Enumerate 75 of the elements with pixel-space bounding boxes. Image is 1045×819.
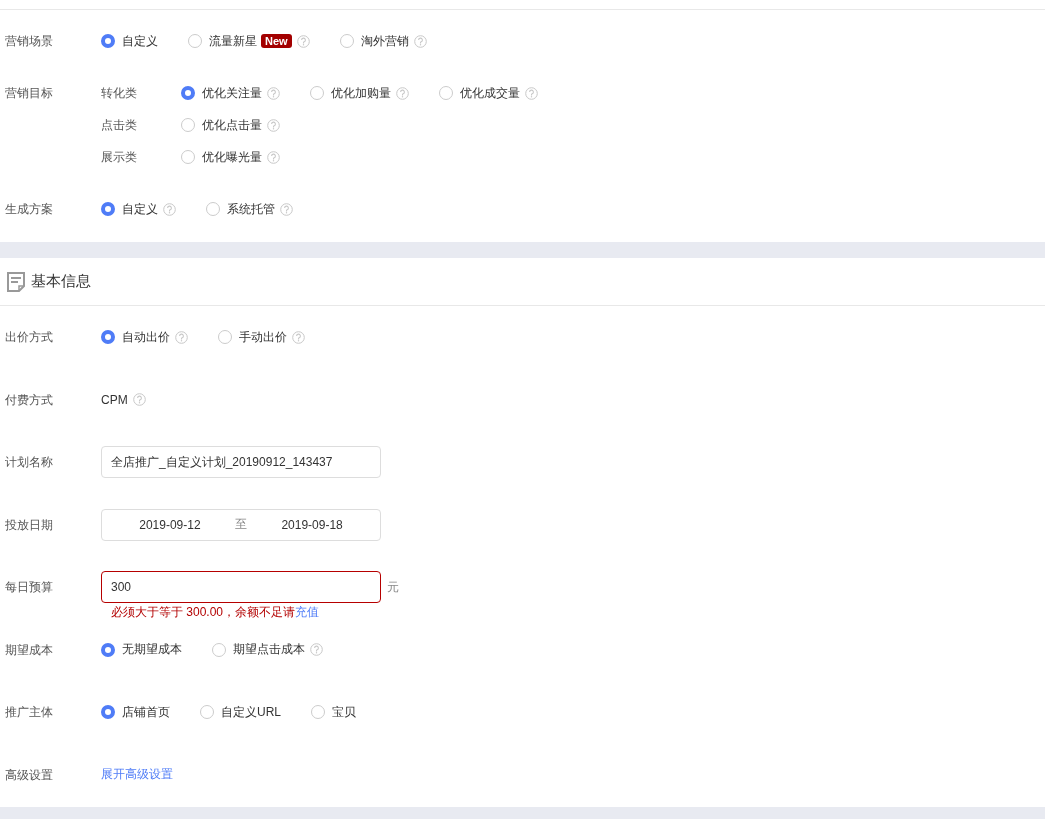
radio-button[interactable] — [200, 705, 214, 719]
radio-label: 自定义URL — [221, 703, 281, 721]
radio-button[interactable] — [339, 34, 354, 48]
help-icon[interactable] — [292, 330, 305, 344]
section-title: 基本信息 — [31, 272, 91, 291]
radio-button[interactable] — [218, 330, 232, 344]
radio-label: 优化关注量 — [202, 84, 262, 102]
help-icon[interactable] — [132, 393, 146, 406]
field-label: 营销场景 — [4, 33, 54, 50]
radio-label: 自动出价 — [122, 328, 170, 346]
radio-label: 宝贝 — [332, 703, 356, 721]
radio-label: 优化曝光量 — [202, 148, 262, 166]
help-icon[interactable] — [296, 34, 310, 48]
field-label: 出价方式 — [4, 329, 54, 346]
group-label: 点击类 — [101, 116, 138, 134]
help-icon[interactable] — [267, 150, 280, 164]
radio-label: 自定义 — [122, 200, 158, 218]
radio-button[interactable] — [181, 118, 195, 132]
document-icon — [6, 270, 26, 293]
field-label: 投放日期 — [4, 516, 54, 534]
radio-label: 优化加购量 — [331, 84, 391, 102]
recharge-link[interactable]: 充值 — [295, 605, 320, 619]
text-field[interactable]: 300 — [101, 571, 381, 603]
text-field[interactable]: 全店推广_自定义计划_20190912_143437 — [101, 446, 381, 478]
radio-label: 流量新星 — [209, 32, 257, 50]
help-icon[interactable] — [396, 86, 409, 100]
radio-button[interactable] — [181, 150, 195, 164]
start-date: 2019-09-12 — [139, 517, 201, 532]
field-label: 付费方式 — [4, 391, 54, 409]
error-message: 必须大于等于 300.00，余额不足请充值 — [110, 604, 321, 621]
radio-button[interactable] — [212, 642, 226, 657]
radio-button[interactable] — [188, 34, 202, 48]
radio-button[interactable] — [101, 330, 115, 344]
expand-advanced-link[interactable]: 展开高级设置 — [101, 766, 173, 783]
radio-button[interactable] — [439, 86, 453, 100]
radio-label: 店铺首页 — [122, 703, 170, 721]
unit-label: 元 — [387, 578, 399, 596]
date-separator: 至 — [235, 516, 247, 533]
field-value: CPM — [101, 392, 128, 407]
radio-button[interactable] — [206, 202, 220, 216]
help-icon[interactable] — [310, 643, 323, 656]
help-icon[interactable] — [280, 202, 293, 216]
end-date: 2019-09-18 — [281, 517, 343, 532]
radio-label: 手动出价 — [239, 328, 287, 346]
radio-button[interactable] — [101, 34, 115, 48]
radio-button[interactable] — [311, 705, 325, 719]
radio-label: 优化点击量 — [202, 116, 262, 134]
help-icon[interactable] — [413, 34, 427, 48]
radio-label: 优化成交量 — [460, 84, 520, 102]
radio-button[interactable] — [101, 705, 115, 719]
radio-label: 期望点击成本 — [233, 641, 305, 658]
field-label: 每日预算 — [4, 579, 54, 596]
field-label: 营销目标 — [4, 85, 54, 102]
radio-label: 自定义 — [122, 32, 158, 50]
help-icon[interactable] — [163, 202, 176, 216]
radio-button[interactable] — [101, 202, 115, 216]
field-label: 期望成本 — [4, 641, 54, 659]
radio-label: 无期望成本 — [122, 641, 182, 658]
help-icon[interactable] — [525, 86, 538, 100]
radio-button[interactable] — [310, 86, 324, 100]
radio-label: 系统托管 — [227, 200, 275, 218]
new-badge: New — [261, 34, 292, 48]
help-icon[interactable] — [175, 330, 188, 344]
group-label: 转化类 — [101, 84, 138, 102]
help-icon[interactable] — [267, 118, 280, 132]
field-label: 高级设置 — [4, 766, 54, 784]
radio-button[interactable] — [181, 86, 195, 100]
radio-button[interactable] — [101, 642, 115, 657]
date-range-field[interactable]: 2019-09-12 至 2019-09-18 — [101, 508, 381, 541]
help-icon[interactable] — [267, 86, 280, 100]
field-label: 计划名称 — [4, 454, 54, 471]
radio-label: 淘外营销 — [360, 32, 409, 50]
group-label: 展示类 — [101, 148, 138, 166]
field-label: 推广主体 — [4, 704, 54, 721]
field-label: 生成方案 — [4, 201, 54, 218]
